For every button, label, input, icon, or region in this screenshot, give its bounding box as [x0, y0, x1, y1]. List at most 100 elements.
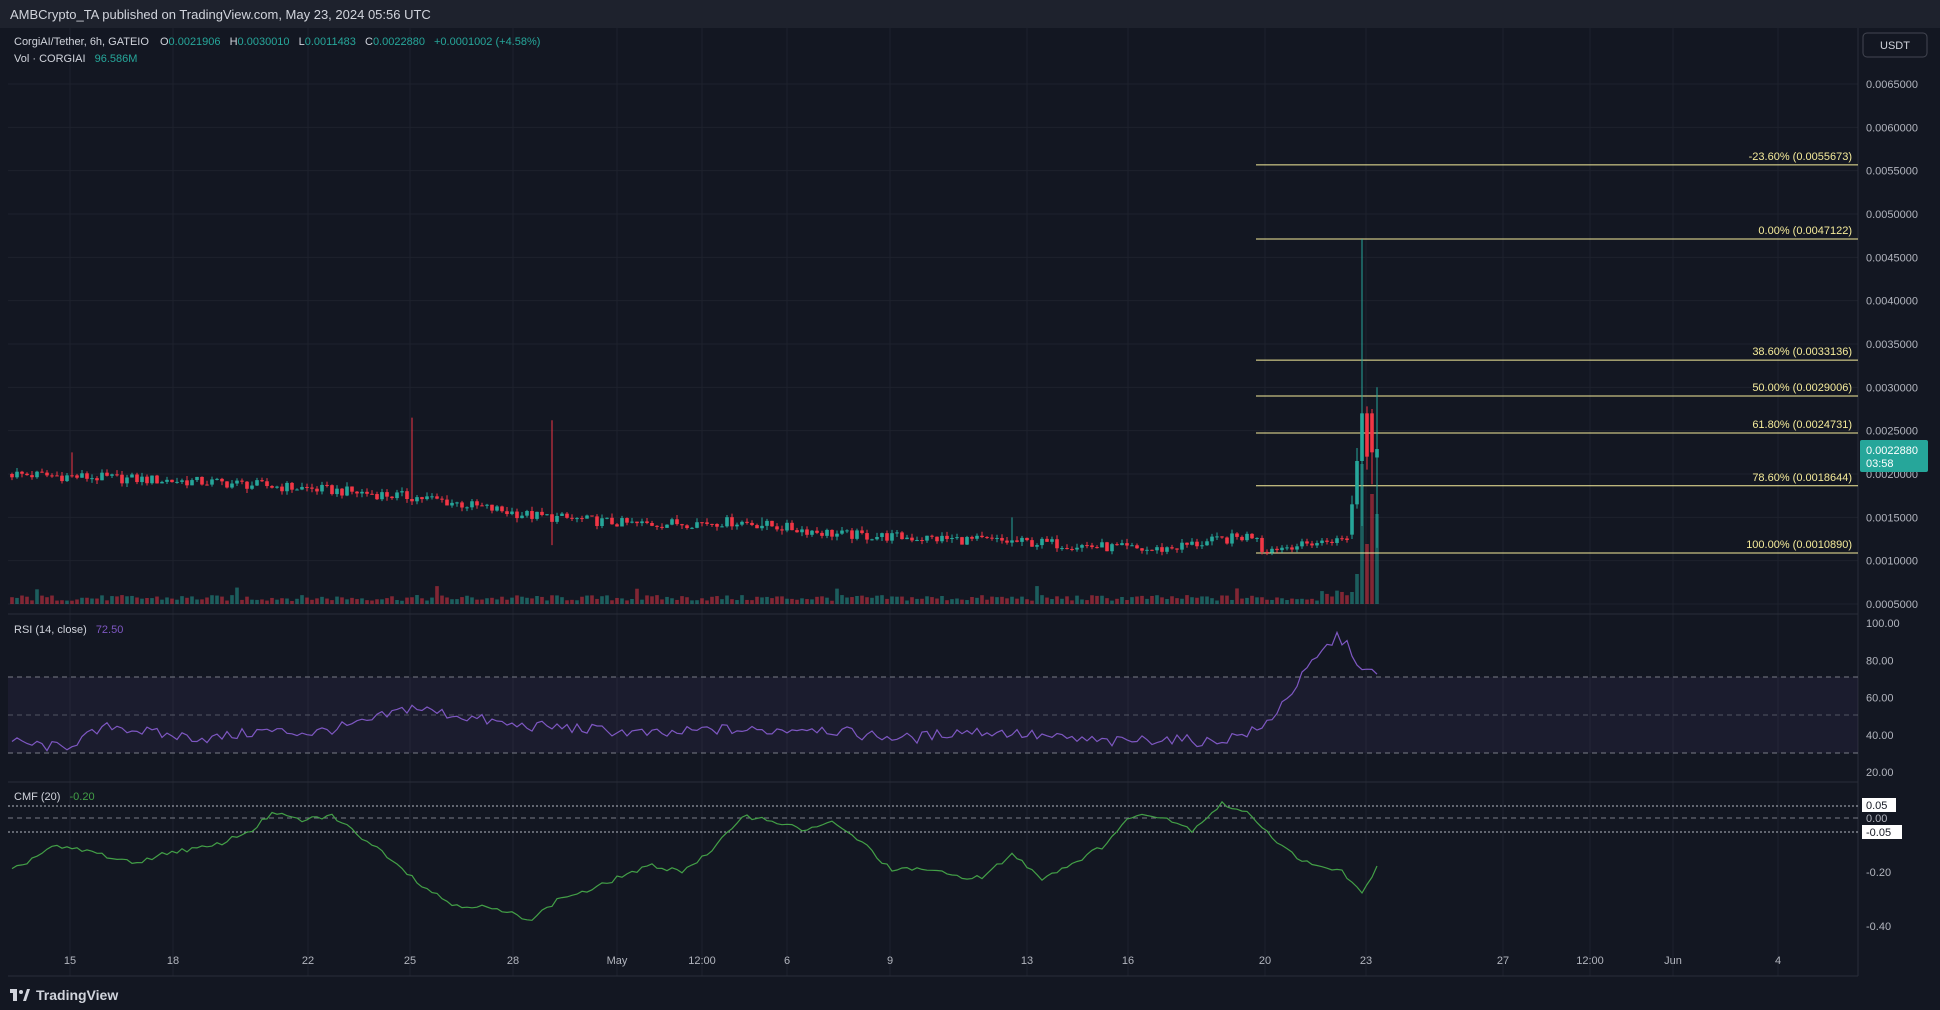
volume-bar: [345, 599, 349, 604]
candle-body: [525, 511, 529, 516]
volume-bar: [925, 596, 929, 604]
candle-body: [340, 488, 344, 496]
volume-bar: [515, 595, 519, 604]
trading-chart[interactable]: -23.60% (0.0055673) 0.00% (0.0047122) 38.6…: [0, 28, 1940, 980]
volume-bar: [490, 597, 494, 604]
volume-bar: [100, 595, 104, 604]
volume-bar: [710, 596, 714, 604]
time-tick-label: 20: [1259, 955, 1271, 967]
price-tick-label: 0.0060000: [1866, 122, 1918, 134]
volume-bar: [335, 596, 339, 604]
volume-bar: [1205, 596, 1209, 604]
candle-body: [300, 486, 304, 490]
legend-symbol: CorgiAI/Tether, 6h, GATEIO: [14, 36, 149, 48]
candle-body: [380, 492, 384, 500]
volume-bar: [780, 596, 784, 604]
cmf-value: -0.20: [70, 791, 95, 803]
candle-body: [65, 475, 69, 482]
candle-body: [205, 484, 209, 486]
candle-body: [240, 480, 244, 482]
volume-bar: [700, 598, 704, 604]
candle-body: [1170, 547, 1174, 549]
volume-bar: [950, 599, 954, 604]
fib-level-label: 61.80% (0.0024731): [1752, 419, 1852, 431]
volume-bar: [895, 596, 899, 604]
volume-bar: [745, 599, 749, 604]
volume-bar: [1045, 597, 1049, 604]
volume-bar: [105, 600, 109, 604]
candle-body: [50, 475, 54, 477]
volume-bar: [250, 599, 254, 604]
candle-body: [280, 486, 284, 492]
candle-body: [925, 535, 929, 541]
volume-bar: [1060, 598, 1064, 604]
volume-bar: [55, 600, 59, 604]
legend-high: 0.0030010: [238, 36, 290, 48]
volume-bar: [430, 597, 434, 604]
volume-bar: [965, 600, 969, 604]
candle-body: [965, 536, 969, 545]
volume-bar: [1155, 595, 1159, 604]
legend-row: CorgiAI/Tether, 6h, GATEIO O0.0021906 H0…: [14, 36, 540, 48]
volume-bar: [1145, 598, 1149, 604]
candle-body: [275, 486, 279, 488]
volume-bar: [555, 595, 559, 604]
volume-bar: [755, 596, 759, 604]
volume-bar: [635, 588, 639, 604]
volume-bar: [670, 598, 674, 604]
volume-bar: [35, 589, 39, 604]
volume-bar: [1065, 596, 1069, 604]
candle-body: [220, 478, 224, 482]
time-tick-label: 6: [784, 955, 790, 967]
candle-body: [615, 524, 619, 527]
candle-body: [10, 474, 14, 478]
candle-body: [1035, 545, 1039, 547]
volume-bar: [255, 599, 259, 604]
candle-body: [1325, 540, 1329, 542]
volume-bar: [1110, 600, 1114, 604]
volume-bar: [1275, 597, 1279, 604]
volume-bar: [465, 595, 469, 604]
volume-bar: [440, 595, 444, 604]
candle-body: [1180, 542, 1184, 550]
candle-body: [1070, 548, 1074, 550]
candle-body: [910, 537, 914, 541]
volume-bar: [1140, 595, 1144, 604]
volume-bar: [580, 596, 584, 604]
candle-body: [520, 515, 524, 519]
candle-body: [590, 515, 594, 517]
candle-body: [1040, 538, 1044, 546]
candle-body: [640, 521, 644, 524]
volume-bar: [805, 599, 809, 604]
candle-body: [1330, 541, 1334, 543]
candle-body: [30, 475, 34, 478]
volume-bar: [980, 595, 984, 604]
candle-body: [1095, 547, 1099, 549]
volume-bar: [410, 597, 414, 604]
volume-bar: [1170, 596, 1174, 604]
volume-bar: [890, 596, 894, 604]
volume-bar: [810, 599, 814, 604]
candle-body: [1045, 538, 1049, 542]
candle-body: [90, 478, 94, 480]
candle-body: [570, 517, 574, 519]
volume-bar: [285, 598, 289, 604]
volume-value: 96.586M: [95, 53, 138, 65]
candle-body: [1285, 547, 1289, 549]
tradingview-logo[interactable]: TradingView: [10, 987, 118, 1003]
volume-bar: [1055, 596, 1059, 604]
cmf-tick--0.40: -0.40: [1866, 921, 1891, 933]
candle-body: [630, 521, 634, 523]
volume-bar: [65, 600, 69, 604]
volume-bar: [900, 596, 904, 604]
volume-bar: [750, 600, 754, 604]
candle-body: [355, 491, 359, 494]
footer-bar: TradingView: [0, 980, 1940, 1010]
rsi-title: RSI (14, close): [14, 624, 87, 636]
candle-body: [150, 475, 154, 484]
candle-body: [1315, 543, 1319, 546]
volume-bar: [590, 595, 594, 604]
volume-bar: [985, 599, 989, 604]
volume-bar: [365, 600, 369, 604]
volume-bar: [460, 597, 464, 604]
